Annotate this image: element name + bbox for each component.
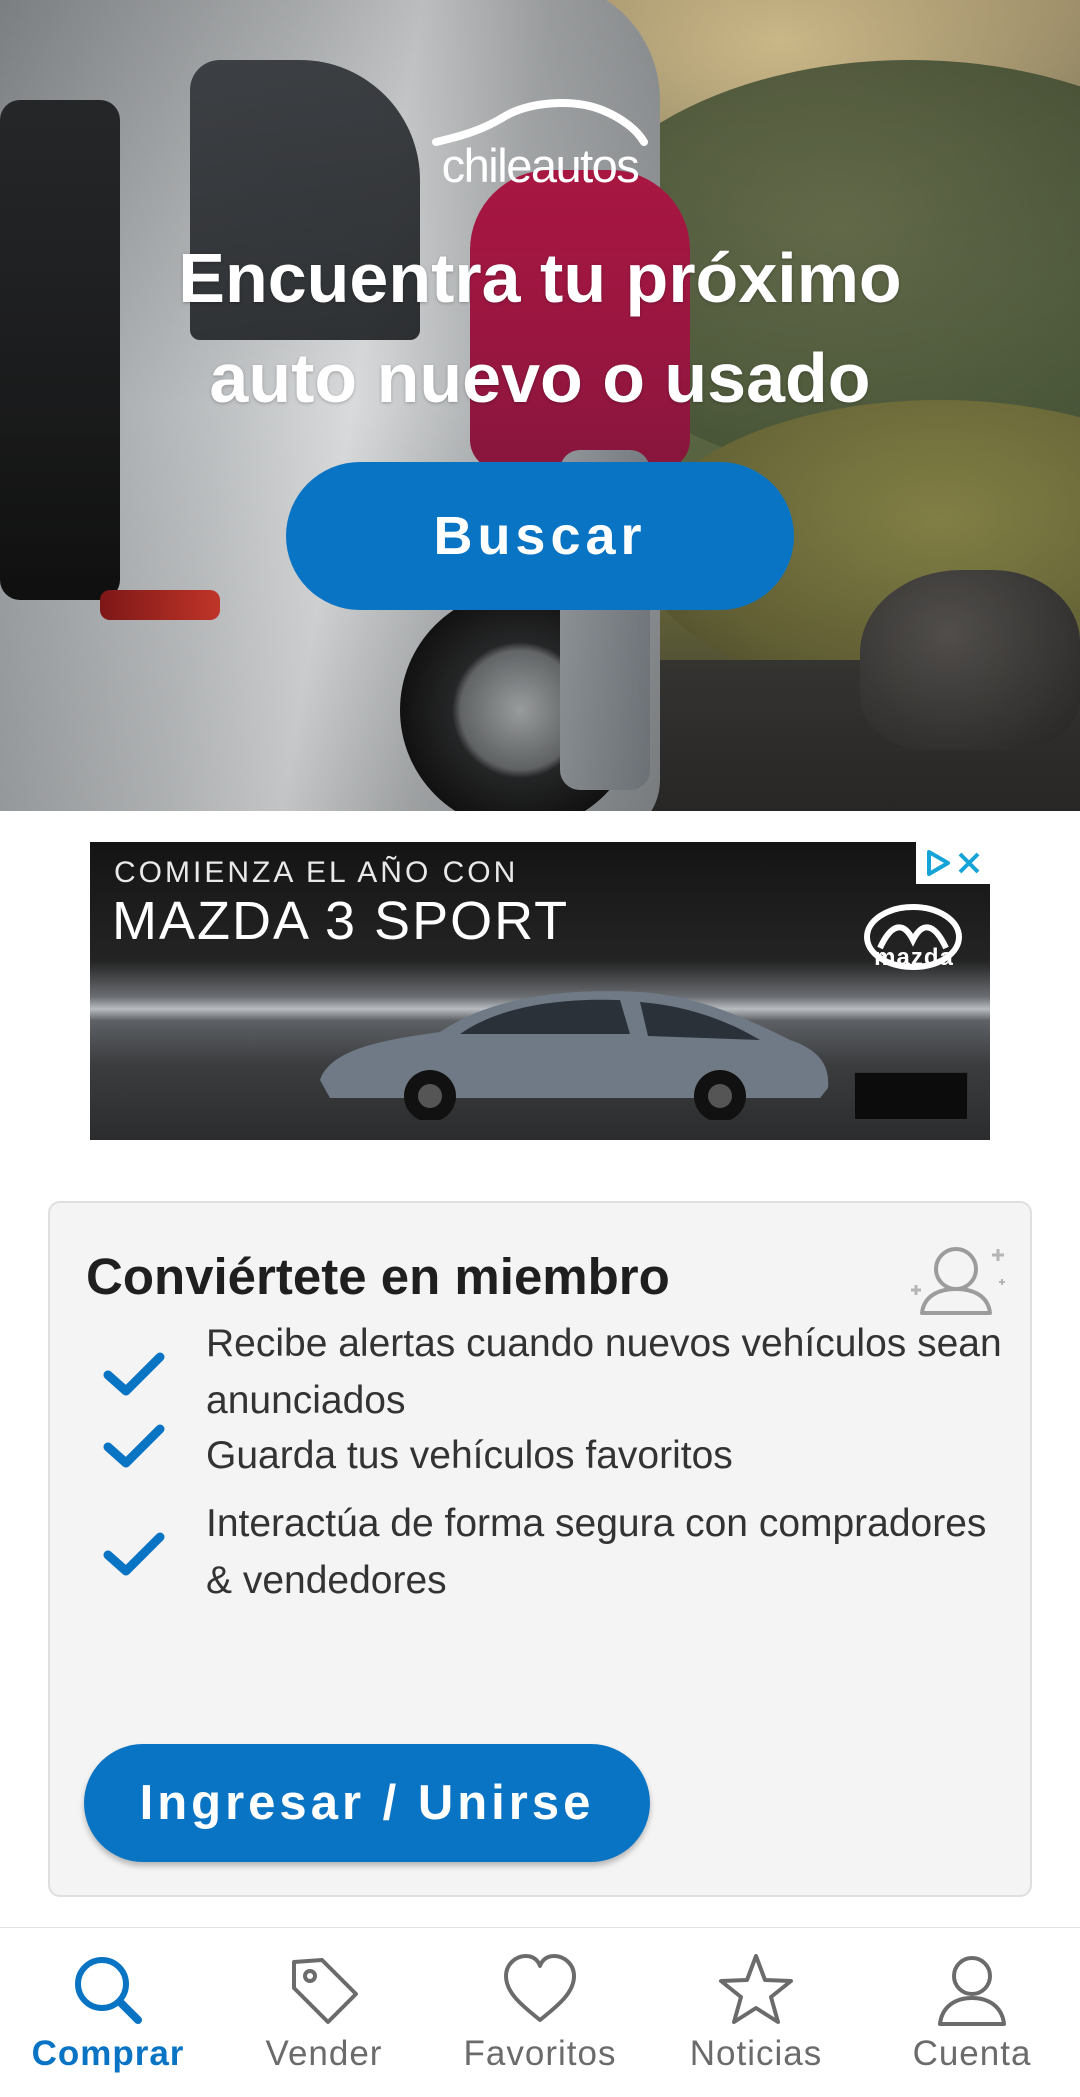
tag-icon	[292, 1958, 358, 2024]
heart-icon	[504, 1954, 576, 2022]
ad-product: MAZDA 3 SPORT	[112, 891, 570, 951]
mazda-wordmark: mazda	[874, 944, 954, 971]
dealer-logo	[854, 1072, 968, 1120]
membership-title: Conviértete en miembro	[86, 1248, 670, 1305]
hero-title-line-2: auto nuevo o usado	[209, 339, 871, 417]
hero-title-line-1: Encuentra tu próximo	[178, 239, 902, 317]
ad-choices-bar[interactable]	[916, 842, 990, 884]
logo-text: chileautos	[441, 139, 640, 192]
nav-item-cuenta[interactable]: Cuenta	[864, 1928, 1080, 2097]
nav-item-vender[interactable]: Vender	[216, 1928, 432, 2097]
hero-title: Encuentra tu próximo auto nuevo o usado	[60, 228, 1020, 428]
nav-label-comprar: Comprar	[31, 2034, 185, 2073]
chileautos-logo: chileautos	[420, 96, 660, 196]
nav-label-noticias: Noticias	[689, 2034, 823, 2073]
search-button[interactable]: Buscar	[286, 462, 794, 610]
hero-banner: chileautos Encuentra tu próximo auto nue…	[0, 0, 1080, 811]
benefit-text: Recibe alertas cuando nuevos vehículos s…	[206, 1322, 1002, 1422]
adchoices-icon[interactable]	[924, 849, 952, 877]
mazda-logo-icon	[864, 904, 962, 970]
close-icon[interactable]	[956, 850, 982, 876]
nav-label-favoritos: Favoritos	[463, 2034, 617, 2073]
nav-label-vender: Vender	[265, 2034, 383, 2073]
star-icon	[719, 1954, 793, 2024]
login-join-button[interactable]: Ingresar / Unirse	[84, 1744, 650, 1862]
check-icon	[103, 1352, 165, 1396]
benefit-text: Guarda tus vehículos favoritos	[206, 1434, 733, 1477]
nav-item-comprar[interactable]: Comprar	[0, 1928, 216, 2097]
nav-item-favoritos[interactable]: Favoritos	[432, 1928, 648, 2097]
membership-card: Conviértete en miembro Recibe alertas cu…	[48, 1201, 1032, 1897]
nav-label-cuenta: Cuenta	[912, 2034, 1032, 2073]
ad-car-image	[320, 991, 829, 1120]
benefit-text: Interactúa de forma segura con comprador…	[206, 1502, 987, 1602]
check-icon	[103, 1424, 165, 1468]
ad-banner[interactable]: COMIENZA EL AÑO CON MAZDA 3 SPORT mazda	[90, 842, 990, 1140]
search-icon	[75, 1957, 142, 2024]
user-icon	[938, 1956, 1006, 2026]
ad-headline: COMIENZA EL AÑO CON	[114, 856, 519, 889]
nav-item-noticias[interactable]: Noticias	[648, 1928, 864, 2097]
bottom-navigation: Comprar Vender Favoritos Noticias Cuenta	[0, 1927, 1080, 2097]
check-icon	[103, 1532, 165, 1576]
